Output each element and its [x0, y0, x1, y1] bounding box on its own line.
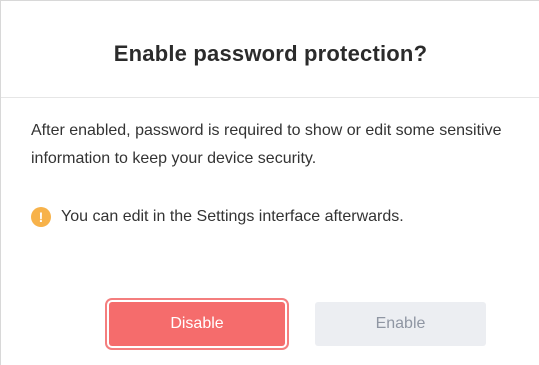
password-protection-dialog: Enable password protection? After enable…	[0, 0, 539, 365]
exclamation-icon: !	[31, 207, 51, 227]
disable-button[interactable]: Disable	[109, 302, 285, 346]
notice-text: You can edit in the Settings interface a…	[61, 208, 404, 225]
dialog-message: After enabled, password is required to s…	[31, 122, 502, 167]
enable-button[interactable]: Enable	[315, 302, 486, 346]
title-divider	[1, 97, 539, 98]
settings-notice: ! You can edit in the Settings interface…	[31, 205, 404, 229]
dialog-title: Enable password protection?	[113, 41, 428, 66]
